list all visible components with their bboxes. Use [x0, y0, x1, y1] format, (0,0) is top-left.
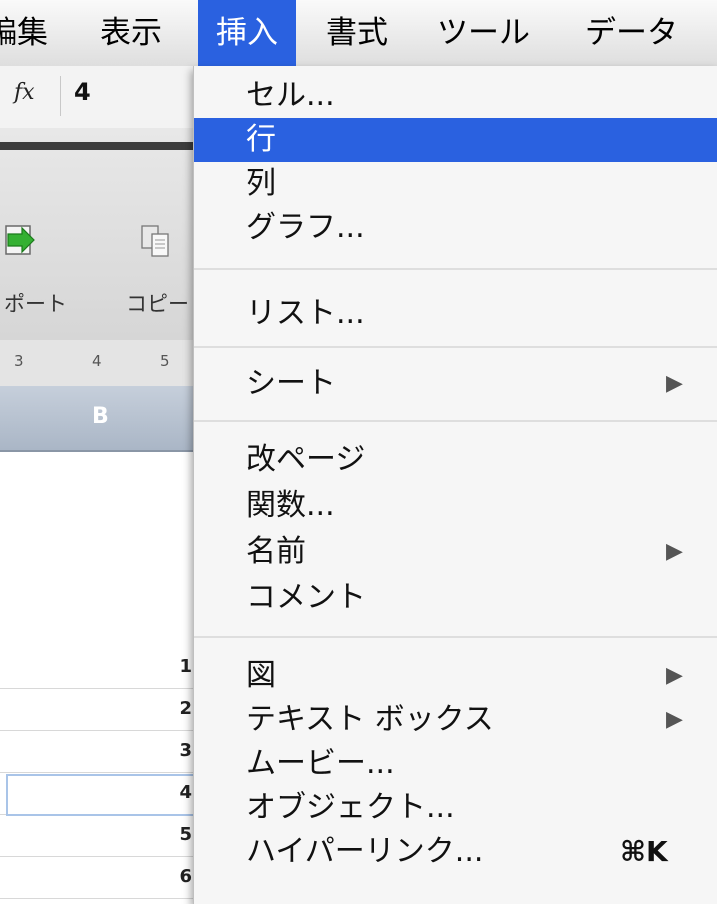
menu-item-picture[interactable]: 図 ▶ [194, 654, 717, 698]
copy-button[interactable] [138, 224, 174, 264]
ruler-tick: 3 [14, 352, 24, 370]
menu-item-label: ムービー... [246, 746, 395, 781]
table-row-selected[interactable]: 4 [0, 774, 200, 816]
menu-item-label: 列 [246, 166, 276, 201]
toolbar-divider [0, 142, 200, 150]
ruler-tick: 4 [92, 352, 102, 370]
menu-item-page-break[interactable]: 改ページ [194, 438, 717, 482]
menu-edit[interactable]: 編集 [0, 0, 48, 66]
menu-separator [194, 636, 717, 638]
column-header-b[interactable]: B [0, 386, 200, 452]
toolbar: ポート コピー [0, 128, 200, 341]
menu-item-label: オブジェクト... [246, 790, 455, 825]
menu-item-label: コメント [246, 580, 366, 615]
import-button[interactable] [4, 222, 40, 262]
cell-value: 1 [179, 656, 192, 677]
formula-divider [60, 76, 61, 116]
menu-item-label: 名前 [246, 534, 306, 569]
copy-icon [141, 225, 169, 257]
menu-item-column[interactable]: 列 [194, 162, 717, 206]
menu-item-label: ハイパーリンク... [246, 834, 484, 869]
fx-icon[interactable]: fx [14, 80, 35, 105]
menu-data[interactable]: データ [585, 0, 678, 66]
submenu-arrow-icon: ▶ [666, 371, 683, 396]
submenu-arrow-icon: ▶ [666, 539, 683, 564]
sheet-grid[interactable]: 1 2 3 4 5 6 [0, 452, 200, 904]
formula-bar: fx 4 [0, 66, 200, 129]
submenu-arrow-icon: ▶ [666, 707, 683, 732]
menu-item-label: 行 [246, 122, 276, 157]
menu-tools[interactable]: ツール [437, 0, 530, 66]
formula-input[interactable]: 4 [74, 78, 91, 106]
table-row[interactable]: 2 [0, 690, 200, 731]
menu-item-cell[interactable]: セル... [194, 74, 717, 118]
menu-separator [194, 268, 717, 270]
menu-item-label: シート [246, 366, 336, 401]
menu-item-comment[interactable]: コメント [194, 576, 717, 620]
menu-item-chart[interactable]: グラフ... [194, 206, 717, 250]
table-row[interactable]: 6 [0, 858, 200, 899]
insert-menu: セル... 行 列 グラフ... リスト... シート ▶ 改ページ 関数...… [193, 66, 717, 904]
table-row[interactable]: 3 [0, 732, 200, 773]
selected-cell[interactable] [6, 774, 196, 816]
cell-value: 6 [179, 866, 192, 887]
menu-item-label: リスト... [246, 296, 365, 331]
import-label: ポート [4, 292, 67, 316]
cell-value: 5 [179, 824, 192, 845]
menu-view[interactable]: 表示 [100, 0, 162, 66]
table-row[interactable]: 5 [0, 816, 200, 857]
column-header-label: B [92, 404, 109, 429]
submenu-arrow-icon: ▶ [666, 663, 683, 688]
table-row[interactable]: 1 [0, 648, 200, 689]
menu-item-sheet[interactable]: シート ▶ [194, 362, 717, 406]
shortcut-label: ⌘K [620, 835, 668, 868]
menu-item-movie[interactable]: ムービー... [194, 742, 717, 786]
ruler: 3 4 5 [0, 340, 200, 387]
menu-item-row[interactable]: 行 [194, 118, 717, 162]
cell-value: 2 [179, 698, 192, 719]
menu-item-object[interactable]: オブジェクト... [194, 786, 717, 830]
menu-item-label: セル... [246, 78, 335, 113]
menu-insert[interactable]: 挿入 [198, 0, 296, 66]
menu-item-list[interactable]: リスト... [194, 292, 717, 336]
menu-item-text-box[interactable]: テキスト ボックス ▶ [194, 698, 717, 742]
menu-item-hyperlink[interactable]: ハイパーリンク... ⌘K [194, 830, 717, 874]
menu-item-label: 関数... [246, 488, 335, 523]
menu-item-label: 図 [246, 658, 276, 693]
menu-bar: 編集 表示 挿入 書式 ツール データ [0, 0, 717, 67]
menu-separator [194, 420, 717, 422]
menu-item-function[interactable]: 関数... [194, 484, 717, 528]
cell-value: 4 [179, 782, 192, 803]
menu-format[interactable]: 書式 [326, 0, 388, 66]
menu-item-name[interactable]: 名前 ▶ [194, 530, 717, 574]
menu-item-label: グラフ... [246, 210, 365, 245]
cell-value: 3 [179, 740, 192, 761]
menu-item-label: 改ページ [246, 442, 366, 477]
menu-separator [194, 346, 717, 348]
import-icon [5, 225, 35, 255]
menu-item-label: テキスト ボックス [246, 702, 494, 737]
ruler-tick: 5 [160, 352, 170, 370]
copy-label: コピー [126, 292, 189, 316]
